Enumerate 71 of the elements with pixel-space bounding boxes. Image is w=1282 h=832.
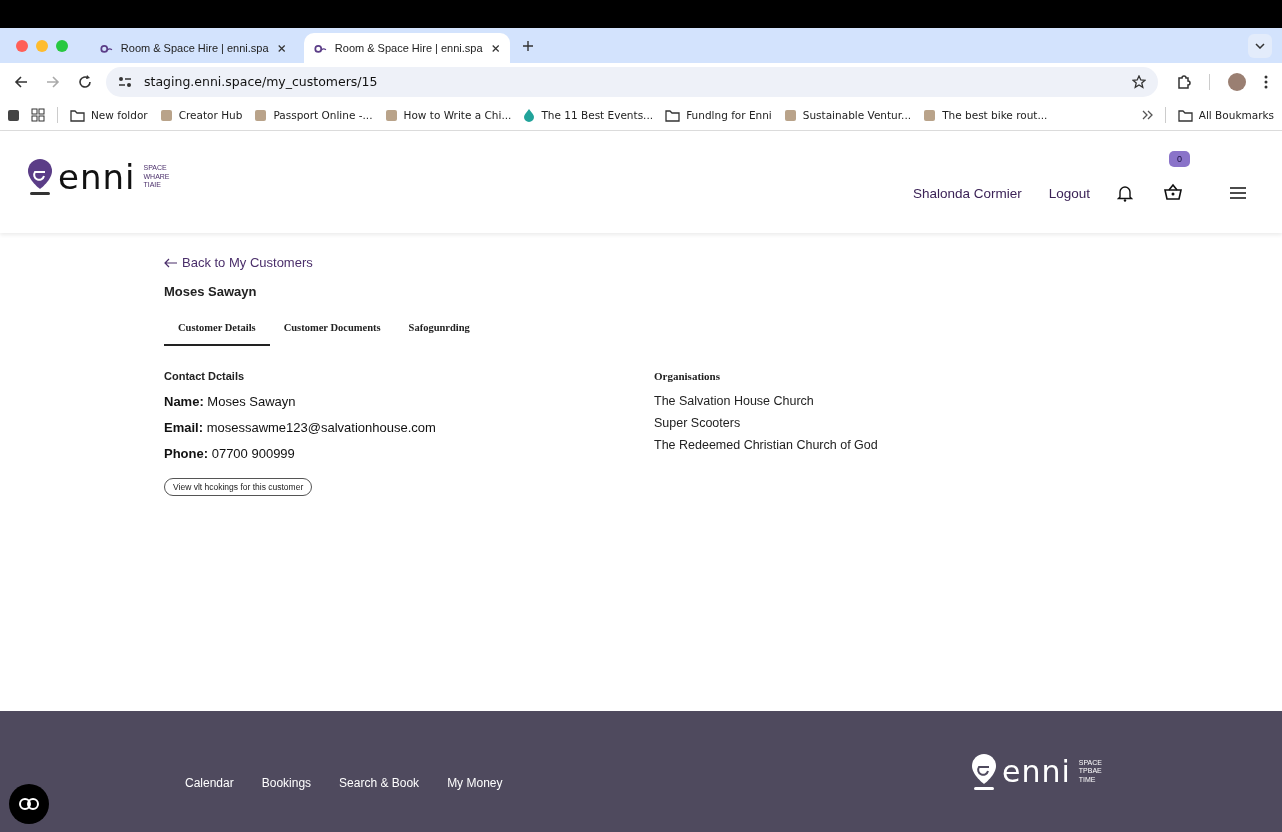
app-icon[interactable] [8,109,19,121]
organisation-name: The Salvation House Church [654,394,815,408]
tab[interactable]: Customer Details [164,322,270,346]
tab-search-button[interactable] [1248,33,1272,58]
chevron-down-icon [1255,42,1265,49]
tab-title: Room & Space Hire | enni.spa [120,42,269,54]
favicon-icon [783,108,797,122]
tab[interactable]: Customer Documents [269,322,395,346]
address-bar[interactable]: staging.enni.space/my_customers/15 [106,66,1158,97]
folder-icon [1177,108,1193,122]
favicon-icon [384,108,398,122]
url-text: staging.enni.space/my_customers/15 [144,74,378,89]
bookmark[interactable]: Sustainable Ventur... [783,108,912,122]
bell-icon[interactable] [1117,184,1133,202]
section-heading: Contact Dctails [164,370,246,382]
map-pin-icon [969,752,998,791]
bookmark[interactable]: The 11 Best Events... [523,108,654,122]
favicon-icon [314,42,327,54]
chevrons-right-icon[interactable] [1141,110,1153,120]
footer-link[interactable]: Bookings [261,775,312,790]
folder-icon [70,108,85,122]
organisation-name: Super Scooters [654,416,742,430]
customer-name: Moses Sawayn [164,284,258,299]
map-pin-icon [26,158,54,196]
contact-detail: Name: Moses Sawayn [164,394,297,409]
user-name-link[interactable]: Shalonda Cormier [912,185,1022,201]
contact-detail: Email: mosessawme123@salvationhouse.com [164,420,437,435]
grid-icon[interactable] [31,108,45,122]
footer-link[interactable]: Calendar [185,775,234,790]
site-settings-icon[interactable] [118,74,132,89]
drop-icon [523,108,536,122]
favicon-icon [100,42,113,54]
favicon-icon [254,108,268,122]
logo-wordmark: enni [1001,754,1071,789]
favicon-icon [923,108,937,122]
basket-icon[interactable] [1164,182,1182,200]
link-icon [18,797,40,811]
footer-link[interactable]: Search & Book [339,775,420,790]
view-bookings-button[interactable]: View vlt hcokings for this customer [164,478,313,496]
star-icon[interactable] [1132,74,1146,89]
menu-icon[interactable] [1230,186,1246,200]
organisation-name: The Redeemed Christian Church of God [654,438,879,452]
favicon-icon [159,108,173,122]
tab-title: Room & Space Hire | enni.spa [334,42,483,54]
bookmark[interactable]: The best bike rout... [923,108,1048,122]
bookmark[interactable]: Fundlng for Enni [665,108,772,122]
logo-wordmark: enni [58,157,136,197]
contact-detail: Phone: 07700 900999 [164,446,296,461]
section-heading: Organisations [654,370,721,382]
bookmark[interactable]: All Boukmarks [1177,108,1274,122]
footer-link[interactable]: My Money [447,775,503,790]
bookmark[interactable]: How to Write a Chi... [384,108,512,122]
new-tab-icon[interactable] [522,39,534,52]
browser-tab[interactable]: Room & Space Hire | enni.spa [90,33,296,63]
back-link[interactable]: Back to My Customers [164,255,1282,270]
browser-tab[interactable]: Room & Space Hire | enni.spa [304,33,510,63]
reload-icon[interactable] [78,74,92,89]
avatar[interactable] [1228,72,1246,91]
back-arrow-icon[interactable] [14,74,28,89]
bookmark[interactable]: Passport Online -... [254,108,373,122]
bookmark[interactable]: Creator Hub [159,108,243,122]
puzzle-piece-icon[interactable] [1176,74,1191,89]
left-arrow-icon [164,257,178,268]
folder-icon [665,108,681,122]
bookmark[interactable]: New foldor [70,108,148,122]
more-menu-icon[interactable] [1264,74,1268,89]
close-icon[interactable] [276,42,286,54]
logout-link[interactable]: Logout [1048,185,1090,201]
cart-count-badge: 0 [1169,150,1190,167]
tab[interactable]: Safogunrding [394,322,484,346]
close-icon[interactable] [490,42,500,54]
